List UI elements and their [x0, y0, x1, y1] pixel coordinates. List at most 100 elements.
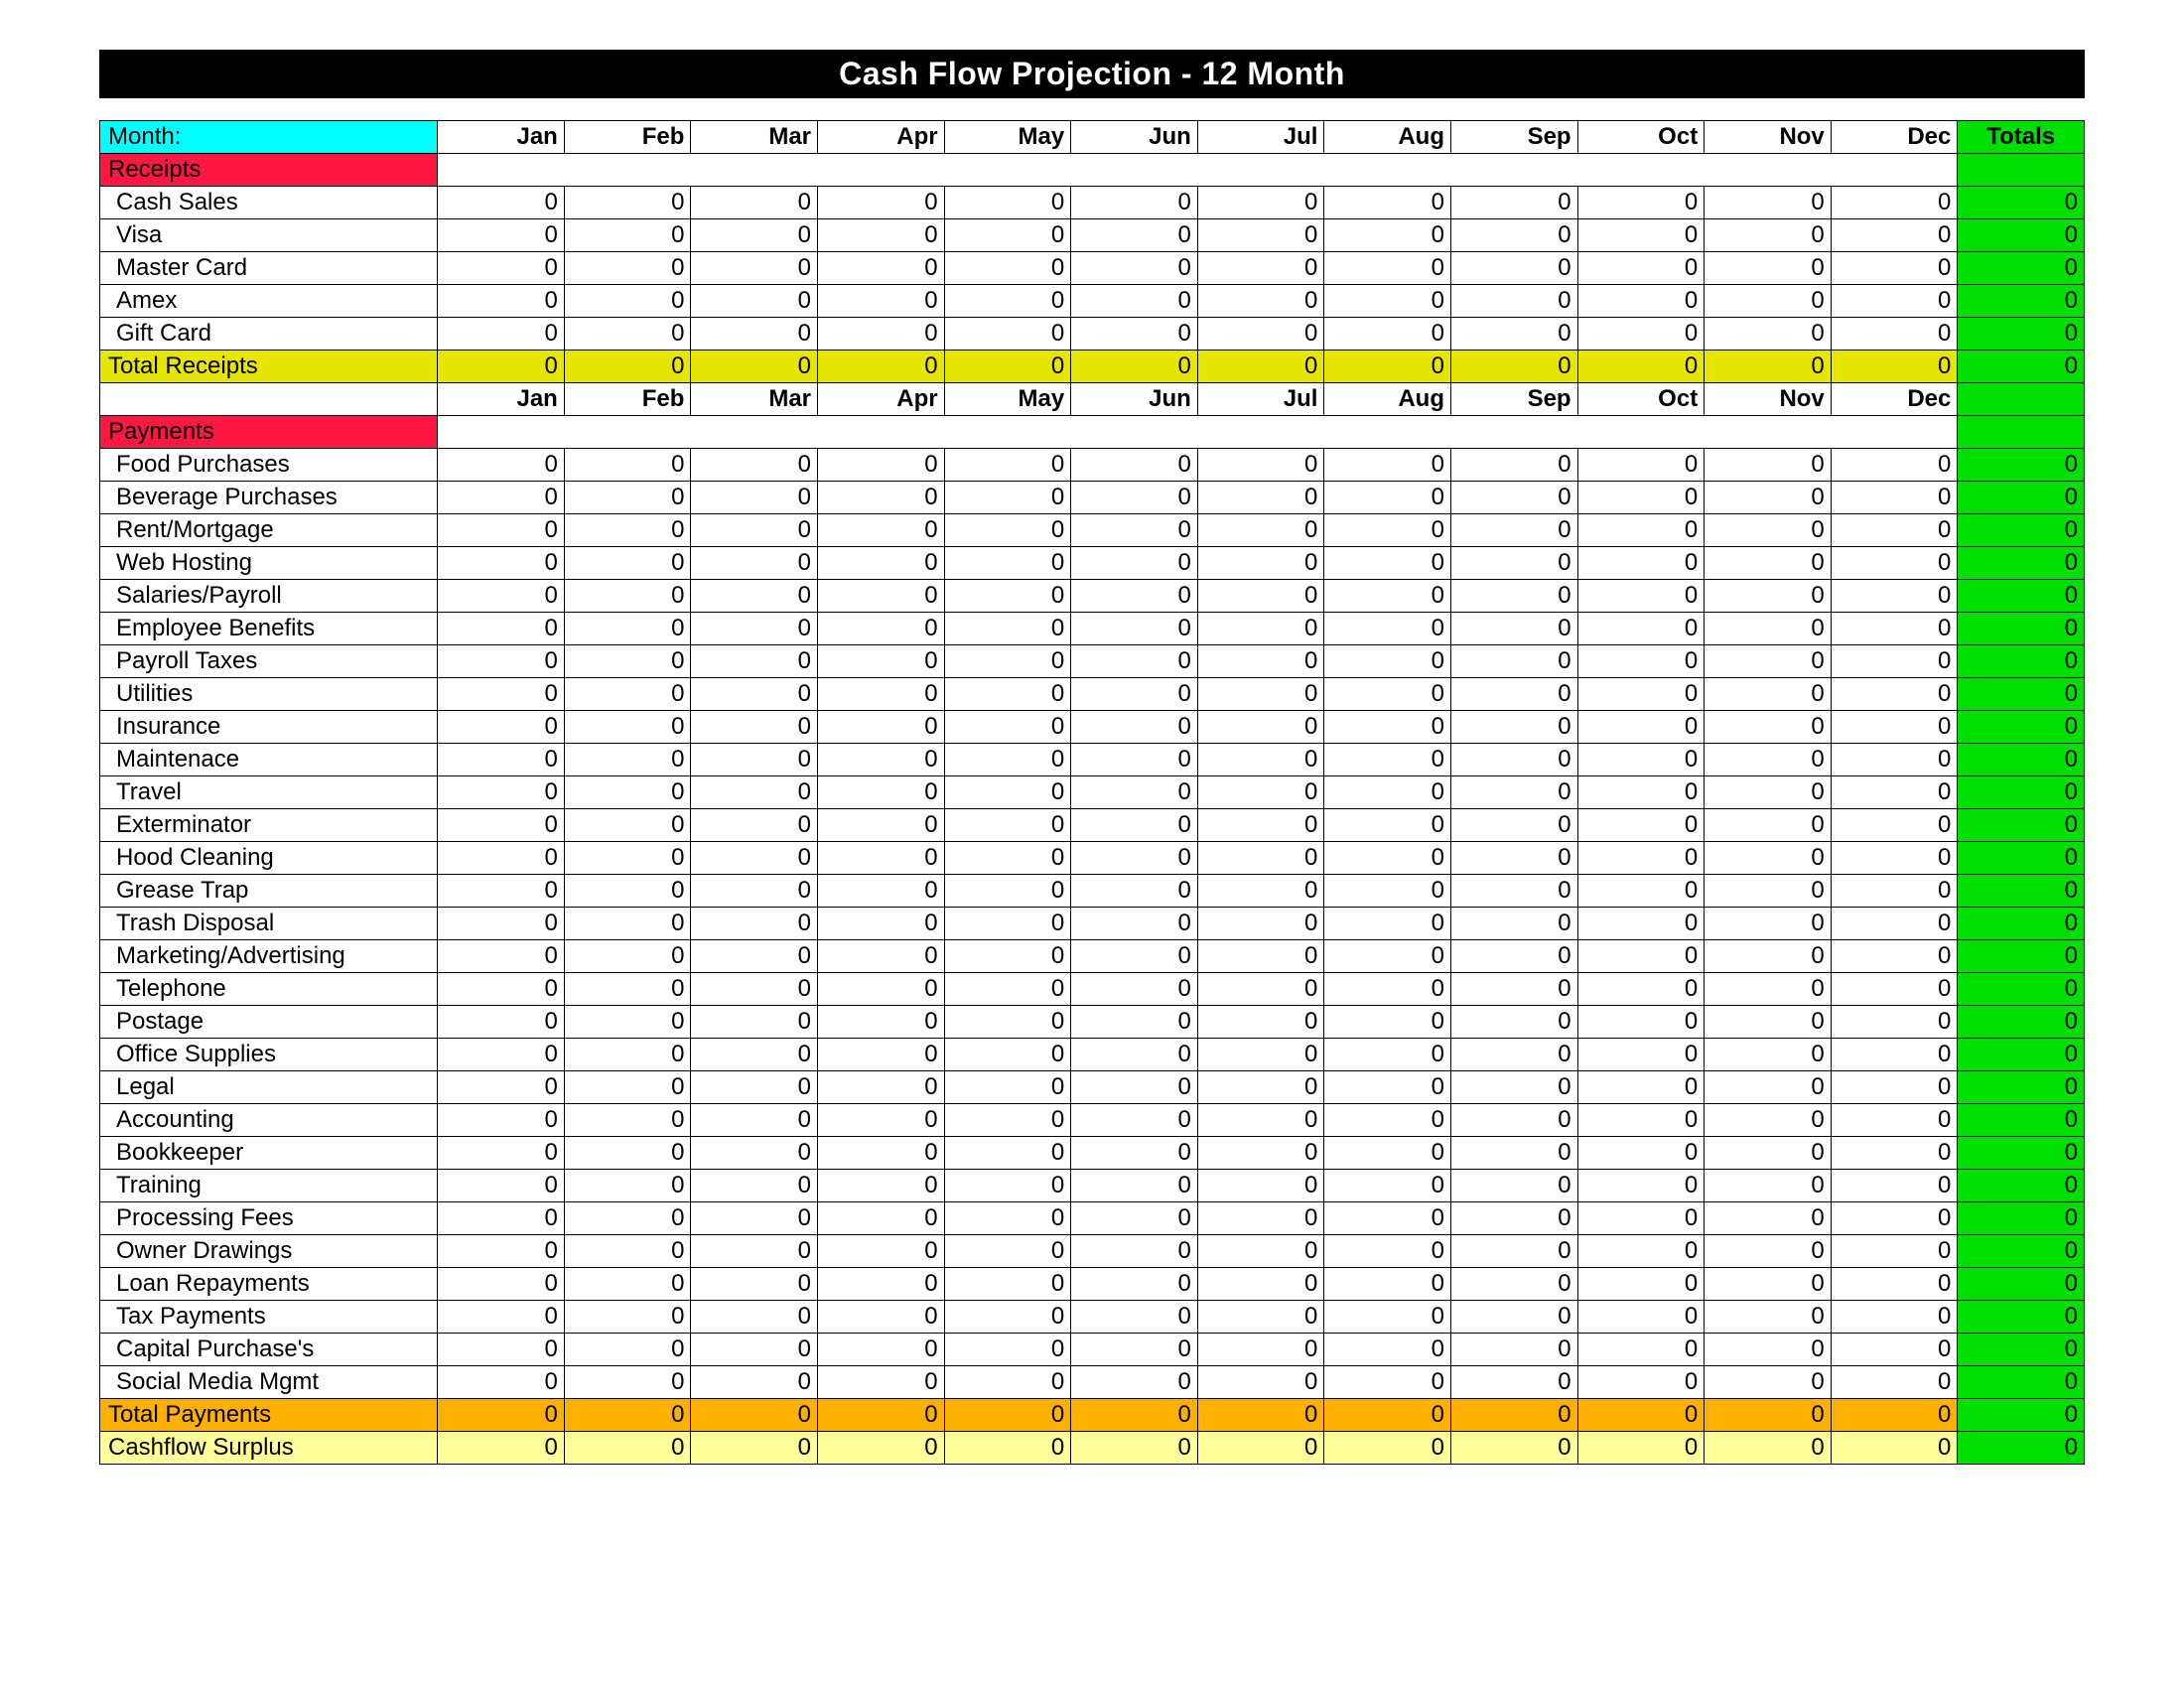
- value-cell[interactable]: 0: [1071, 1366, 1198, 1399]
- value-cell[interactable]: 0: [1577, 1071, 1705, 1104]
- value-cell[interactable]: 0: [1197, 809, 1324, 842]
- value-cell[interactable]: 0: [1831, 973, 1958, 1006]
- value-cell[interactable]: 0: [1071, 1137, 1198, 1170]
- value-cell[interactable]: 0: [818, 219, 945, 252]
- value-cell[interactable]: 0: [1071, 219, 1198, 252]
- value-cell[interactable]: 0: [1577, 1301, 1705, 1334]
- value-cell[interactable]: 0: [818, 1334, 945, 1366]
- value-cell[interactable]: 0: [818, 908, 945, 940]
- value-cell[interactable]: 0: [1705, 1268, 1832, 1301]
- value-cell[interactable]: 0: [564, 514, 691, 547]
- value-cell[interactable]: 0: [1451, 678, 1578, 711]
- value-cell[interactable]: 0: [1831, 1334, 1958, 1366]
- value-cell[interactable]: 0: [1197, 1202, 1324, 1235]
- value-cell[interactable]: 0: [1451, 875, 1578, 908]
- value-cell[interactable]: 0: [1451, 514, 1578, 547]
- value-cell[interactable]: 0: [1451, 285, 1578, 318]
- value-cell[interactable]: 0: [1577, 285, 1705, 318]
- value-cell[interactable]: 0: [1197, 1334, 1324, 1366]
- value-cell[interactable]: 0: [564, 1366, 691, 1399]
- value-cell[interactable]: 0: [438, 1235, 565, 1268]
- value-cell[interactable]: 0: [438, 744, 565, 776]
- value-cell[interactable]: 0: [564, 1104, 691, 1137]
- value-cell[interactable]: 0: [1197, 219, 1324, 252]
- value-cell[interactable]: 0: [818, 1301, 945, 1334]
- value-cell[interactable]: 0: [1197, 940, 1324, 973]
- value-cell[interactable]: 0: [1577, 1006, 1705, 1039]
- value-cell[interactable]: 0: [691, 613, 818, 645]
- value-cell[interactable]: 0: [1577, 1104, 1705, 1137]
- value-cell[interactable]: 0: [564, 1235, 691, 1268]
- value-cell[interactable]: 0: [1705, 580, 1832, 613]
- value-cell[interactable]: 0: [438, 1104, 565, 1137]
- value-cell[interactable]: 0: [944, 1039, 1071, 1071]
- value-cell[interactable]: 0: [944, 645, 1071, 678]
- value-cell[interactable]: 0: [1071, 973, 1198, 1006]
- value-cell[interactable]: 0: [1197, 285, 1324, 318]
- value-cell[interactable]: 0: [1705, 252, 1832, 285]
- value-cell[interactable]: 0: [1197, 1268, 1324, 1301]
- value-cell[interactable]: 0: [1831, 776, 1958, 809]
- value-cell[interactable]: 0: [1324, 908, 1451, 940]
- value-cell[interactable]: 0: [691, 219, 818, 252]
- value-cell[interactable]: 0: [818, 514, 945, 547]
- value-cell[interactable]: 0: [691, 1137, 818, 1170]
- value-cell[interactable]: 0: [1451, 547, 1578, 580]
- value-cell[interactable]: 0: [1705, 809, 1832, 842]
- value-cell[interactable]: 0: [1324, 744, 1451, 776]
- value-cell[interactable]: 0: [1831, 678, 1958, 711]
- value-cell[interactable]: 0: [691, 514, 818, 547]
- value-cell[interactable]: 0: [1324, 1366, 1451, 1399]
- value-cell[interactable]: 0: [691, 1170, 818, 1202]
- value-cell[interactable]: 0: [944, 940, 1071, 973]
- value-cell[interactable]: 0: [944, 678, 1071, 711]
- value-cell[interactable]: 0: [944, 547, 1071, 580]
- value-cell[interactable]: 0: [438, 1202, 565, 1235]
- value-cell[interactable]: 0: [818, 547, 945, 580]
- value-cell[interactable]: 0: [1577, 318, 1705, 351]
- value-cell[interactable]: 0: [1071, 776, 1198, 809]
- value-cell[interactable]: 0: [1831, 1137, 1958, 1170]
- value-cell[interactable]: 0: [691, 1301, 818, 1334]
- value-cell[interactable]: 0: [1577, 645, 1705, 678]
- value-cell[interactable]: 0: [1831, 908, 1958, 940]
- value-cell[interactable]: 0: [438, 1071, 565, 1104]
- value-cell[interactable]: 0: [1577, 252, 1705, 285]
- value-cell[interactable]: 0: [1831, 1170, 1958, 1202]
- value-cell[interactable]: 0: [944, 1170, 1071, 1202]
- value-cell[interactable]: 0: [1197, 875, 1324, 908]
- value-cell[interactable]: 0: [438, 547, 565, 580]
- value-cell[interactable]: 0: [1451, 842, 1578, 875]
- value-cell[interactable]: 0: [1831, 514, 1958, 547]
- value-cell[interactable]: 0: [1071, 940, 1198, 973]
- value-cell[interactable]: 0: [1831, 449, 1958, 482]
- value-cell[interactable]: 0: [818, 1170, 945, 1202]
- value-cell[interactable]: 0: [1451, 1366, 1578, 1399]
- value-cell[interactable]: 0: [438, 1334, 565, 1366]
- value-cell[interactable]: 0: [1577, 875, 1705, 908]
- value-cell[interactable]: 0: [1071, 449, 1198, 482]
- value-cell[interactable]: 0: [1705, 318, 1832, 351]
- value-cell[interactable]: 0: [1324, 252, 1451, 285]
- value-cell[interactable]: 0: [1324, 1170, 1451, 1202]
- value-cell[interactable]: 0: [1324, 482, 1451, 514]
- value-cell[interactable]: 0: [1577, 678, 1705, 711]
- value-cell[interactable]: 0: [1451, 711, 1578, 744]
- value-cell[interactable]: 0: [1324, 1006, 1451, 1039]
- value-cell[interactable]: 0: [1197, 252, 1324, 285]
- value-cell[interactable]: 0: [691, 187, 818, 219]
- value-cell[interactable]: 0: [1071, 1202, 1198, 1235]
- value-cell[interactable]: 0: [818, 842, 945, 875]
- value-cell[interactable]: 0: [1197, 1006, 1324, 1039]
- value-cell[interactable]: 0: [1197, 580, 1324, 613]
- value-cell[interactable]: 0: [1197, 1039, 1324, 1071]
- value-cell[interactable]: 0: [564, 1137, 691, 1170]
- value-cell[interactable]: 0: [1324, 776, 1451, 809]
- value-cell[interactable]: 0: [1705, 547, 1832, 580]
- value-cell[interactable]: 0: [438, 842, 565, 875]
- value-cell[interactable]: 0: [438, 1137, 565, 1170]
- value-cell[interactable]: 0: [1831, 1006, 1958, 1039]
- value-cell[interactable]: 0: [1071, 1104, 1198, 1137]
- value-cell[interactable]: 0: [1451, 1235, 1578, 1268]
- value-cell[interactable]: 0: [1071, 547, 1198, 580]
